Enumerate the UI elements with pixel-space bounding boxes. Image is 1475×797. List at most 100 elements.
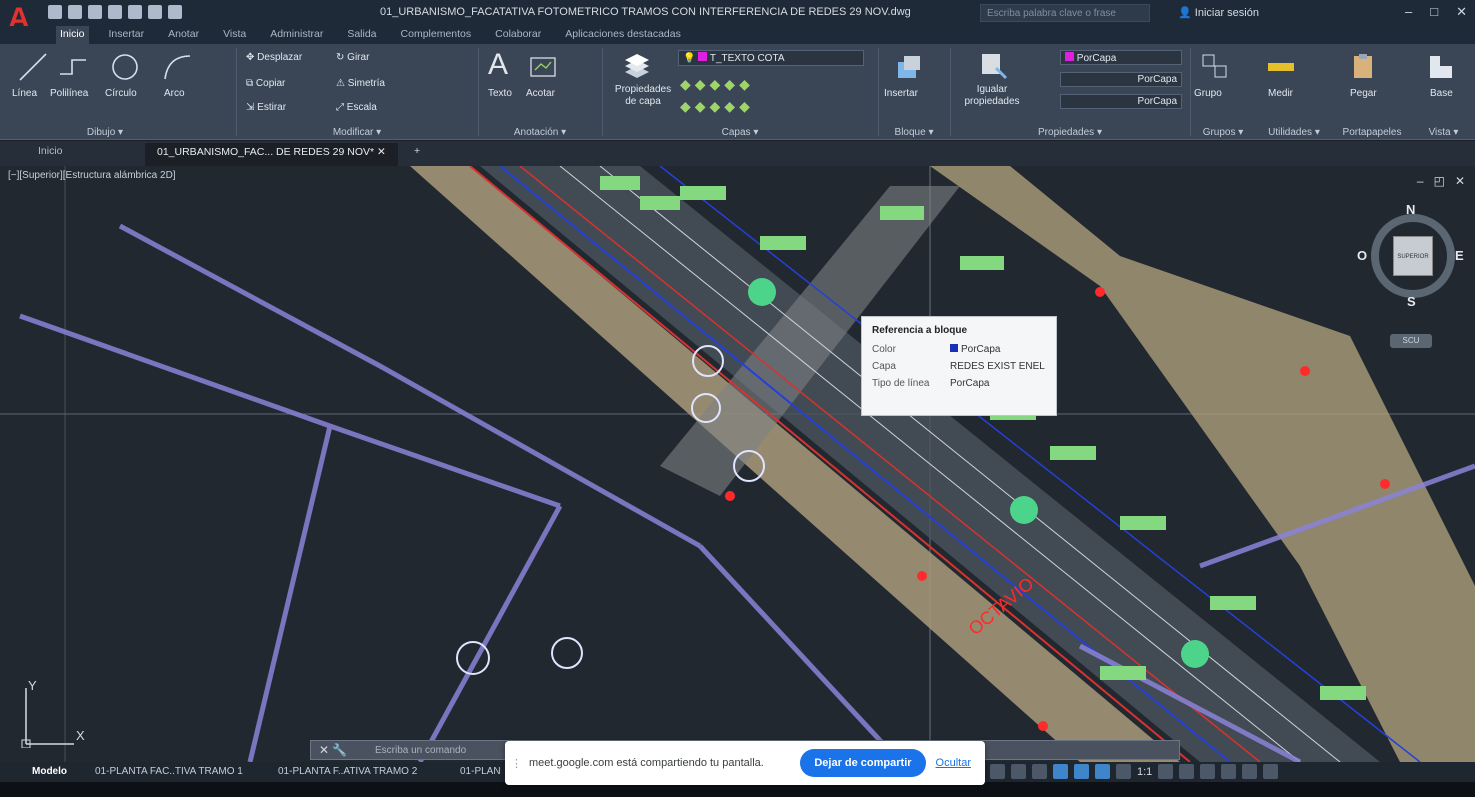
compass-west[interactable]: O — [1357, 248, 1367, 263]
simetria-button[interactable]: ⚠ Simetría — [336, 78, 385, 89]
polilinea-button[interactable]: Polilínea — [50, 88, 88, 99]
new-icon[interactable] — [48, 5, 62, 19]
workspace-gear-icon[interactable] — [1158, 764, 1174, 779]
command-line-icons: ✕ 🔧 — [311, 743, 369, 757]
viewport-label[interactable]: [−][Superior][Estructura alámbrica 2D] — [8, 170, 176, 181]
ortho-toggle-icon[interactable] — [1032, 764, 1047, 779]
escala-button[interactable]: ⤢ Escala — [336, 102, 377, 113]
grupo-button[interactable]: Grupo — [1194, 88, 1222, 99]
base-button[interactable]: Base — [1430, 88, 1453, 99]
tab-inicio[interactable]: Inicio — [56, 26, 89, 44]
group-title-anotacion[interactable]: Anotación ▾ — [480, 127, 600, 138]
layer-tools-icon[interactable]: ◆◆◆◆◆ — [680, 98, 754, 115]
compass-south[interactable]: S — [1407, 294, 1416, 309]
minimize-icon[interactable]: – — [1405, 4, 1412, 20]
group-title-modificar[interactable]: Modificar ▾ — [238, 127, 476, 138]
annotation-scale[interactable]: 1:1 — [1137, 766, 1152, 778]
viewport-close-icon[interactable]: ✕ — [1455, 174, 1465, 188]
viewport-minimize-icon[interactable]: – — [1417, 174, 1424, 188]
tab-administrar[interactable]: Administrar — [266, 26, 327, 44]
customize-menu-icon[interactable] — [1263, 764, 1279, 779]
osnap-toggle-icon[interactable] — [1074, 764, 1089, 779]
close-icon[interactable]: ✕ — [1456, 4, 1467, 20]
viewcube[interactable]: SUPERIOR N S E O — [1357, 202, 1464, 309]
compass-north[interactable]: N — [1406, 202, 1415, 217]
wrench-icon[interactable]: 🔧 — [332, 743, 347, 757]
save-icon[interactable] — [88, 5, 102, 19]
group-title-portapapeles[interactable]: Portapapeles — [1334, 127, 1410, 138]
plus-icon[interactable] — [1179, 764, 1195, 779]
drag-handle-icon[interactable]: ⋮ — [511, 757, 525, 770]
tab-aplicaciones[interactable]: Aplicaciones destacadas — [561, 26, 685, 44]
annotation-visibility-icon[interactable] — [1116, 764, 1131, 779]
close-icon[interactable]: ✕ — [319, 743, 332, 757]
group-title-grupos[interactable]: Grupos ▾ — [1192, 127, 1254, 138]
clean-screen-icon[interactable] — [1242, 764, 1258, 779]
compass-east[interactable]: E — [1455, 248, 1464, 263]
tab-anotar[interactable]: Anotar — [164, 26, 203, 44]
propiedades-capa-button[interactable]: Propiedades de capa — [612, 84, 674, 108]
estirar-button[interactable]: ⇲ Estirar — [246, 102, 286, 113]
acotar-button[interactable]: Acotar — [526, 88, 555, 99]
search-input[interactable]: Escriba palabra clave o frase — [980, 4, 1150, 22]
viewcube-face[interactable]: SUPERIOR — [1393, 236, 1433, 276]
linetype-dropdown[interactable]: PorCapa — [1060, 72, 1182, 87]
annotation-icon[interactable] — [1095, 764, 1110, 779]
close-tab-icon[interactable]: ✕ — [377, 146, 386, 158]
isolate-icon[interactable] — [1200, 764, 1216, 779]
layer-tools-icon[interactable]: ◆◆◆◆◆ — [680, 76, 754, 93]
texto-button[interactable]: Texto — [488, 88, 512, 99]
redo-icon[interactable] — [168, 5, 182, 19]
insertar-button[interactable]: Insertar — [884, 88, 918, 99]
undo-icon[interactable] — [148, 5, 162, 19]
group-title-vista[interactable]: Vista ▾ — [1412, 127, 1475, 138]
color-dropdown[interactable]: PorCapa — [1060, 50, 1182, 65]
grid-toggle-icon[interactable] — [990, 764, 1005, 779]
girar-button[interactable]: ↻ Girar — [336, 52, 369, 63]
snap-toggle-icon[interactable] — [1011, 764, 1026, 779]
hide-button[interactable]: Ocultar — [936, 757, 971, 769]
block-reference-tooltip: Referencia a bloque Color PorCapa Capa R… — [861, 316, 1057, 416]
separator — [950, 48, 951, 136]
viewport-restore-icon[interactable]: ◰ — [1434, 174, 1445, 188]
open-icon[interactable] — [68, 5, 82, 19]
tab-salida[interactable]: Salida — [343, 26, 380, 44]
stop-sharing-button[interactable]: Dejar de compartir — [800, 749, 926, 777]
group-title-capas[interactable]: Capas ▾ — [604, 127, 876, 138]
hardware-accel-icon[interactable] — [1221, 764, 1237, 779]
wcs-menu[interactable]: SCU — [1390, 334, 1432, 348]
save-as-icon[interactable] — [108, 5, 122, 19]
match-properties-icon — [982, 54, 1008, 80]
arco-button[interactable]: Arco — [164, 88, 185, 99]
layout-tab-2[interactable]: 01-PLANTA F..ATIVA TRAMO 2 — [278, 766, 417, 777]
signin-button[interactable]: 👤 Iniciar sesión — [1178, 6, 1259, 19]
plot-icon[interactable] — [128, 5, 142, 19]
layout-tab-modelo[interactable]: Modelo — [32, 766, 67, 777]
desplazar-button[interactable]: ✥ Desplazar — [246, 52, 302, 63]
layout-tab-3[interactable]: 01-PLAN — [460, 766, 501, 777]
tooltip-row: Color PorCapa — [872, 344, 1046, 355]
polar-toggle-icon[interactable] — [1053, 764, 1068, 779]
tab-complementos[interactable]: Complementos — [397, 26, 476, 44]
drawing-viewport[interactable]: OCTAVIO [−][Superior][Estructura alámbri… — [0, 166, 1475, 762]
tab-inicio-file[interactable]: Inicio — [38, 145, 63, 157]
copiar-button[interactable]: ⧉ Copiar — [246, 78, 285, 89]
lineweight-dropdown[interactable]: PorCapa — [1060, 94, 1182, 109]
linea-button[interactable]: Línea — [12, 88, 37, 99]
tab-vista[interactable]: Vista — [219, 26, 250, 44]
layout-tab-1[interactable]: 01-PLANTA FAC..TIVA TRAMO 1 — [95, 766, 243, 777]
new-tab-icon[interactable]: + — [414, 145, 420, 157]
layer-dropdown[interactable]: 💡 T_TEXTO COTA — [678, 50, 864, 66]
group-title-dibujo[interactable]: Dibujo ▾ — [0, 127, 210, 138]
pegar-button[interactable]: Pegar — [1350, 88, 1377, 99]
group-title-propiedades[interactable]: Propiedades ▾ — [952, 127, 1188, 138]
medir-button[interactable]: Medir — [1268, 88, 1293, 99]
igualar-propiedades-button[interactable]: Igualar propiedades — [962, 84, 1022, 108]
tab-colaborar[interactable]: Colaborar — [491, 26, 545, 44]
tab-active-drawing[interactable]: 01_URBANISMO_FAC... DE REDES 29 NOV* ✕ — [145, 143, 398, 166]
circulo-button[interactable]: Círculo — [105, 88, 137, 99]
group-title-utilidades[interactable]: Utilidades ▾ — [1256, 127, 1332, 138]
tab-insertar[interactable]: Insertar — [105, 26, 149, 44]
group-title-bloque[interactable]: Bloque ▾ — [880, 127, 948, 138]
maximize-icon[interactable]: □ — [1430, 4, 1438, 20]
